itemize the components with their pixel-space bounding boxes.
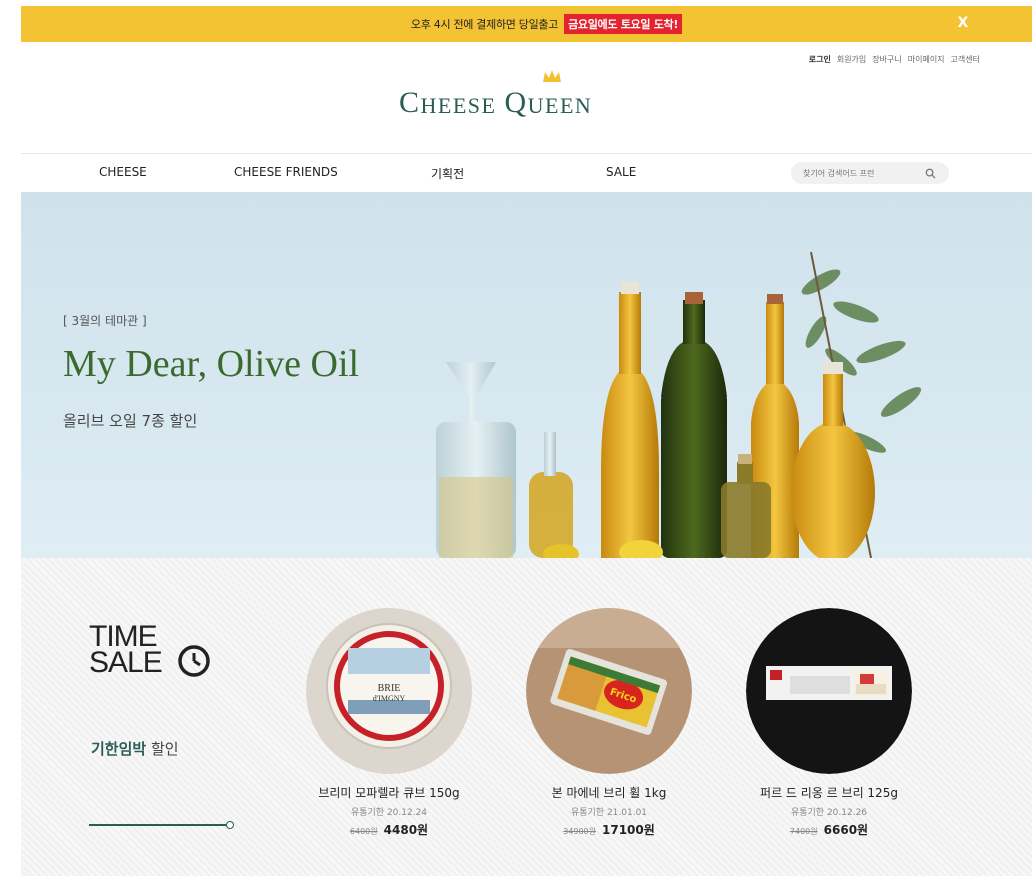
logo[interactable]: C HEESE Q UEEN [399, 70, 592, 118]
search-box[interactable] [791, 162, 949, 184]
nav-item-sale[interactable]: SALE [606, 165, 636, 179]
product-image-cheese-box[interactable] [746, 608, 912, 774]
product-expiry: 유통기한 20.12.26 [790, 808, 868, 818]
time-sale-progress-line [89, 824, 229, 826]
cart-link[interactable]: 장바구니 [872, 54, 901, 65]
svg-text:BRIE: BRIE [378, 683, 401, 694]
product-expiry: 유통기한 21.01.01 [570, 808, 648, 818]
customer-center-link[interactable]: 고객센터 [951, 54, 980, 65]
hero-subtitle: 올리브 오일 7종 할인 [63, 412, 198, 430]
svg-text:d'IMGNY: d'IMGNY [373, 694, 406, 703]
clock-icon [178, 645, 210, 677]
product-card[interactable]: Frico 본 마에네 브리 휠 1kg 유통기한 21.01.01 34900… [499, 608, 719, 838]
mypage-link[interactable]: 마이페이지 [908, 54, 945, 65]
product-name[interactable]: 퍼르 드 리옹 르 브리 125g [719, 784, 939, 801]
page: 오후 4시 전에 결제하면 당일출고 금요일에도 토요일 도착! X 로그인 회… [21, 6, 1032, 876]
hero-tag: [ 3월의 테마관 ] [63, 314, 147, 328]
product-image-frico[interactable]: Frico [526, 608, 692, 774]
original-price: 7400원 [789, 827, 818, 836]
nav-item-promotion[interactable]: 기획전 [431, 165, 464, 182]
hero-title: My Dear, Olive Oil [63, 343, 360, 385]
product-name[interactable]: 브리미 모파렐라 큐브 150g [279, 784, 499, 801]
product-price: 7400원 6660원 [719, 821, 939, 838]
util-links: 로그인 회원가입 장바구니 마이페이지 고객센터 [809, 54, 980, 65]
main-nav: CHEESE CHEESE FRIENDS 기획전 SALE [21, 154, 1032, 192]
nav-item-cheese[interactable]: CHEESE [99, 165, 147, 179]
top-banner: 오후 4시 전에 결제하면 당일출고 금요일에도 토요일 도착! X [21, 6, 1032, 42]
search-icon[interactable] [925, 168, 936, 179]
time-sale-progress-dot [226, 821, 234, 829]
sale-price: 4480원 [383, 823, 429, 837]
nav-item-cheese-friends[interactable]: CHEESE FRIENDS [234, 165, 338, 179]
time-sale-subtitle: 기한임박 할인 [91, 740, 179, 758]
sale-price: 6660원 [823, 823, 869, 837]
product-price: 34900원 17100원 [499, 821, 719, 838]
crown-icon [543, 70, 561, 82]
login-link[interactable]: 로그인 [809, 54, 831, 65]
search-input[interactable] [801, 167, 925, 179]
banner-close-button[interactable]: X [958, 15, 969, 31]
banner-message: 오후 4시 전에 결제하면 당일출고 [410, 18, 559, 31]
sale-price: 17100원 [602, 823, 655, 837]
signup-link[interactable]: 회원가입 [837, 54, 866, 65]
product-price: 6400원 4480원 [279, 821, 499, 838]
product-card[interactable]: BRIE d'IMGNY 브리미 모파렐라 큐브 150g 유통기한 20.12… [279, 608, 499, 838]
original-price: 34900원 [563, 827, 596, 836]
product-expiry: 유통기한 20.12.24 [350, 808, 428, 818]
hero-banner[interactable]: [ 3월의 테마관 ] My Dear, Olive Oil 올리브 오일 7종… [21, 192, 1032, 558]
product-card[interactable]: 퍼르 드 리옹 르 브리 125g 유통기한 20.12.26 7400원 666… [719, 608, 939, 838]
original-price: 6400원 [349, 827, 378, 836]
banner-highlight: 금요일에도 토요일 도착! [564, 14, 683, 34]
product-image-brie[interactable]: BRIE d'IMGNY [306, 608, 472, 774]
product-name[interactable]: 본 마에네 브리 휠 1kg [499, 784, 719, 801]
time-sale-section: TIME SALE 기한임박 할인 BRIE d'IMGNY 브리미 모파렐라 … [21, 558, 1032, 876]
time-sale-title: TIME SALE [89, 620, 163, 679]
